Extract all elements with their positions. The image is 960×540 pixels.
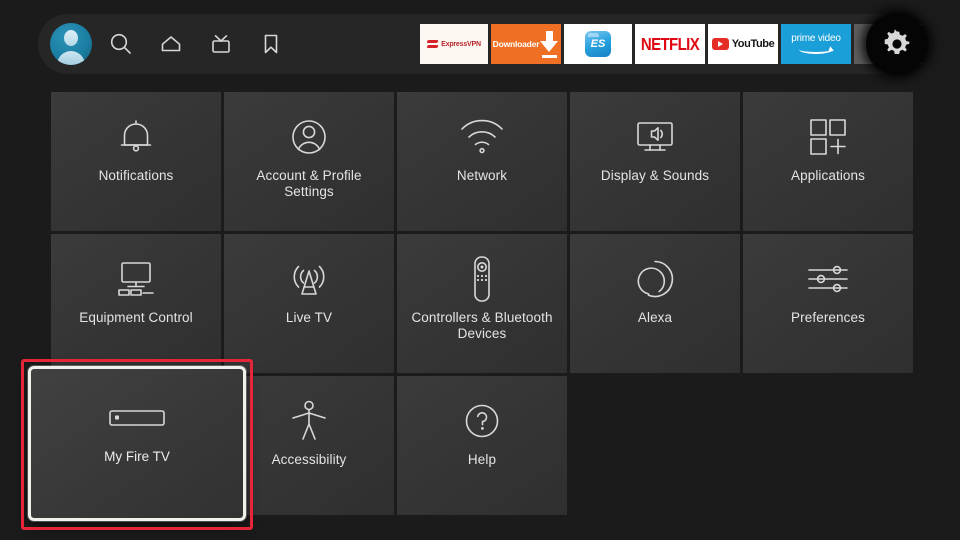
- settings-tile-alexa[interactable]: Alexa: [570, 234, 740, 373]
- profile-avatar[interactable]: [46, 19, 96, 69]
- app-shortcut-downloader[interactable]: Downloader: [491, 24, 561, 64]
- app-shortcut-expressvpn[interactable]: ExpressVPN: [420, 24, 488, 64]
- settings-tile-label: Equipment Control: [79, 310, 193, 325]
- settings-tile-preferences[interactable]: Preferences: [743, 234, 913, 373]
- settings-tile-label: Network: [456, 168, 508, 183]
- settings-tile-label: Preferences: [791, 310, 865, 325]
- settings-tile-notifications[interactable]: Notifications: [51, 92, 221, 231]
- settings-tile-label: Account & Profile Settings: [256, 168, 362, 199]
- remote-icon: [397, 248, 567, 310]
- avatar-head: [64, 30, 78, 46]
- live-tv-icon[interactable]: [196, 19, 246, 69]
- bookmark-icon[interactable]: [246, 19, 296, 69]
- app-shortcut-prime-video[interactable]: prime video: [781, 24, 851, 64]
- settings-tile-live-tv[interactable]: Live TV: [224, 234, 394, 373]
- fire-tv-stick-icon: [31, 387, 243, 449]
- settings-tile-network[interactable]: Network: [397, 92, 567, 231]
- settings-tile-help[interactable]: Help: [397, 376, 567, 515]
- app-shortcut-netflix[interactable]: NETFLIX: [635, 24, 705, 64]
- account-profile-icon: [224, 106, 394, 168]
- settings-tile-applications[interactable]: Applications: [743, 92, 913, 231]
- settings-tile-label: Display & Sounds: [600, 168, 710, 183]
- downloader-label: Downloader: [492, 39, 540, 49]
- youtube-label: YouTube: [731, 38, 775, 50]
- es-folder-icon: ES: [585, 31, 611, 57]
- app-shortcut-rail: ExpressVPN Downloader ES NETFLIX YouTube…: [420, 24, 922, 64]
- help-icon: [397, 390, 567, 452]
- nav-icon-group: [38, 19, 296, 69]
- settings-tile-my-fire-tv[interactable]: My Fire TV: [28, 366, 246, 521]
- settings-tile-label: My Fire TV: [104, 449, 170, 464]
- settings-tile-label: Controllers & Bluetooth Devices: [411, 310, 553, 341]
- settings-tile-label: Accessibility: [271, 452, 347, 467]
- settings-row-2: Equipment Control Live TV Controllers & …: [51, 234, 913, 373]
- settings-row-1: Notifications Account & Profile Settings: [51, 92, 913, 231]
- settings-tile-display-sounds[interactable]: Display & Sounds: [570, 92, 740, 231]
- settings-tile-label: Live TV: [285, 310, 333, 325]
- expressvpn-logo-icon: [427, 39, 438, 50]
- display-sounds-icon: [570, 106, 740, 168]
- wifi-icon: [397, 106, 567, 168]
- avatar: [50, 23, 92, 65]
- home-icon[interactable]: [146, 19, 196, 69]
- settings-tile-equipment-control[interactable]: Equipment Control: [51, 234, 221, 373]
- alexa-icon: [570, 248, 740, 310]
- sliders-icon: [743, 248, 913, 310]
- applications-icon: [743, 106, 913, 168]
- youtube-play-icon: [711, 38, 729, 50]
- fire-tv-settings-screen: ExpressVPN Downloader ES NETFLIX YouTube…: [0, 0, 960, 540]
- settings-tile-account-profile-settings[interactable]: Account & Profile Settings: [224, 92, 394, 231]
- expressvpn-label: ExpressVPN: [441, 40, 481, 48]
- settings-gear-button[interactable]: [866, 13, 928, 75]
- prime-smile-icon: [799, 45, 833, 54]
- settings-tile-accessibility[interactable]: Accessibility: [224, 376, 394, 515]
- settings-tile-label: Alexa: [637, 310, 673, 325]
- prime-video-label: prime video: [791, 33, 841, 44]
- download-arrow-icon: [540, 31, 559, 58]
- antenna-icon: [224, 248, 394, 310]
- search-icon[interactable]: [96, 19, 146, 69]
- settings-tile-label: Notifications: [98, 168, 174, 183]
- app-shortcut-youtube[interactable]: YouTube: [708, 24, 778, 64]
- app-shortcut-es-file-explorer[interactable]: ES: [564, 24, 632, 64]
- gear-icon: [884, 29, 910, 54]
- settings-tile-label: Applications: [791, 168, 865, 183]
- settings-tile-controllers-bluetooth-devices[interactable]: Controllers & Bluetooth Devices: [397, 234, 567, 373]
- top-navigation-bar: ExpressVPN Downloader ES NETFLIX YouTube…: [38, 13, 928, 75]
- accessibility-icon: [224, 390, 394, 452]
- bell-icon: [51, 106, 221, 168]
- settings-tile-label: Help: [467, 452, 497, 467]
- equipment-control-icon: [51, 248, 221, 310]
- es-label: ES: [590, 37, 606, 50]
- netflix-label: NETFLIX: [640, 33, 700, 55]
- avatar-body: [57, 51, 85, 65]
